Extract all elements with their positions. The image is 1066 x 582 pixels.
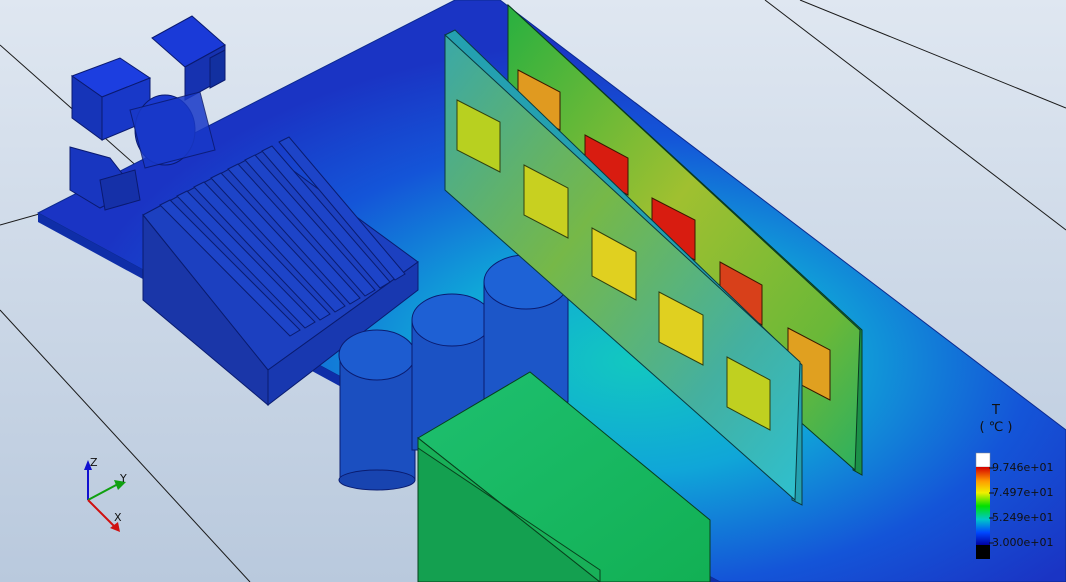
simulation-viewport[interactable]: Z Y X — [0, 0, 1066, 582]
legend-label-2: 7.497e+01 — [992, 486, 1054, 499]
x-axis-label: X — [114, 511, 122, 524]
legend-below-swatch — [976, 545, 990, 559]
legend-colorbar — [976, 467, 990, 545]
legend-unit: ( ℃ ) — [979, 420, 1013, 435]
legend-label-3: 5.249e+01 — [992, 511, 1054, 524]
legend-above-swatch — [975, 452, 991, 468]
legend-label-min: 3.000e+01 — [992, 536, 1054, 549]
capacitor-1[interactable] — [338, 329, 416, 491]
legend-label-max: 9.746e+01 — [992, 461, 1054, 474]
z-axis-label: Z — [90, 456, 98, 469]
y-axis-label: Y — [119, 472, 127, 485]
legend-title: T — [992, 403, 1000, 418]
